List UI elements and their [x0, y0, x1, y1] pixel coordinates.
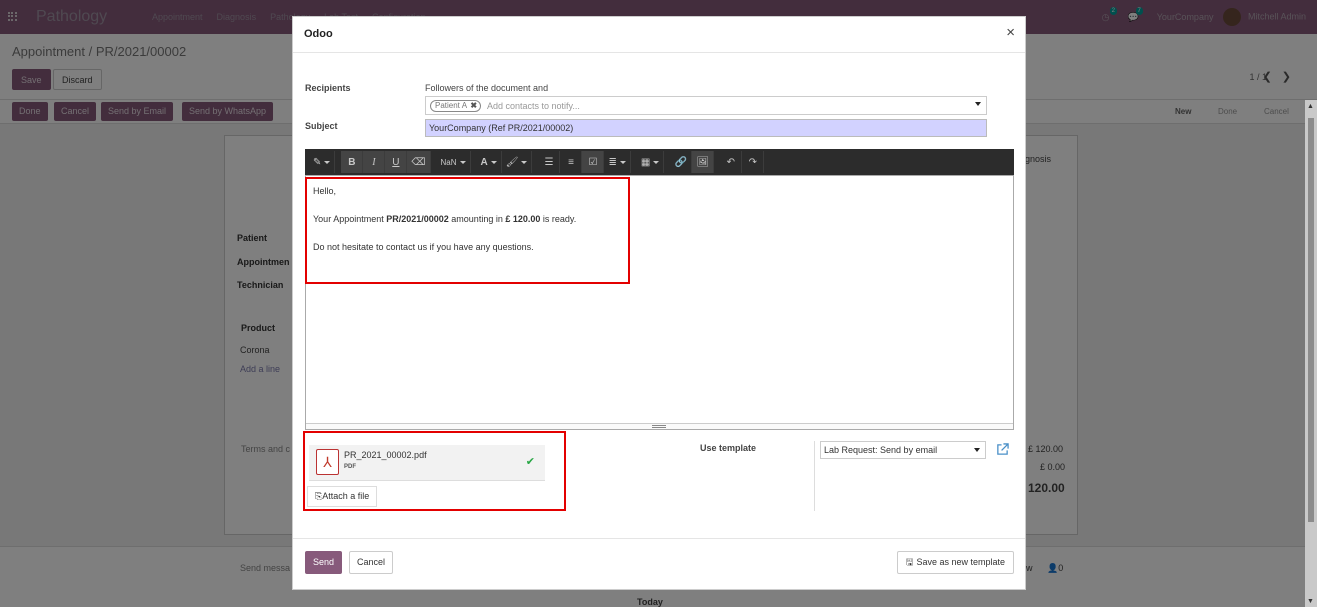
link-icon[interactable]: 🔗	[670, 151, 693, 173]
body-line-prefix: Your Appointment	[313, 214, 387, 224]
recipients-field[interactable]: Patient A ✖	[425, 96, 987, 115]
image-icon[interactable]: 🖼	[692, 151, 715, 173]
body-main-line: Your Appointment PR/2021/00002 amounting…	[313, 214, 576, 224]
floppy-disk-icon: 🖫	[905, 557, 914, 567]
attach-file-label: Attach a file	[322, 491, 370, 501]
bold-icon[interactable]: B	[341, 151, 364, 173]
attachment-filetype: PDF	[344, 464, 356, 470]
close-icon[interactable]: ×	[1006, 24, 1015, 41]
template-select-value: Lab Request: Send by email	[824, 445, 938, 455]
magic-wand-icon[interactable]: ✎	[309, 151, 336, 173]
check-icon: ✔	[525, 456, 535, 468]
unordered-list-icon[interactable]: ☰	[538, 151, 561, 173]
recipient-tag-label: Patient A	[435, 101, 468, 110]
scroll-up-icon[interactable]: ▲	[1307, 103, 1314, 110]
italic-icon[interactable]: I	[363, 151, 386, 173]
body-reference: PR/2021/00002	[386, 214, 449, 224]
subject-input[interactable]	[425, 119, 987, 137]
modal-header: Odoo ×	[293, 17, 1025, 53]
body-line-mid: amounting in	[448, 214, 506, 224]
attach-file-button[interactable]: ⎘Attach a file	[307, 486, 378, 507]
page-scrollbar[interactable]: ▲ ▼	[1305, 100, 1317, 607]
recipients-label: Recipients	[305, 83, 351, 93]
body-line-suffix: is ready.	[540, 214, 577, 224]
use-template-label: Use template	[700, 443, 757, 453]
attachment-card[interactable]: ⅄ PR_2021_00002.pdf PDF ✔	[309, 445, 545, 481]
body-closing: Do not hesitate to contact us if you hav…	[313, 242, 534, 252]
attachment-filename: PR_2021_00002.pdf	[344, 450, 427, 460]
align-icon[interactable]: ≣	[604, 151, 631, 173]
chevron-down-icon	[974, 448, 980, 452]
recipients-input[interactable]	[487, 99, 957, 113]
modal-title: Odoo	[304, 28, 333, 40]
cancel-button[interactable]: Cancel	[349, 551, 394, 574]
underline-icon[interactable]: U	[385, 151, 408, 173]
email-body-editor[interactable]: Hello, Your Appointment PR/2021/00002 am…	[305, 175, 1014, 430]
redo-icon[interactable]: ↷	[742, 151, 765, 173]
save-as-new-template-button[interactable]: 🖫 Save as new template	[896, 551, 1014, 574]
body-greeting: Hello,	[313, 186, 337, 196]
dropdown-caret-icon[interactable]	[975, 102, 981, 106]
compose-email-dialog: Odoo × Recipients Followers of the docum…	[292, 16, 1026, 590]
ordered-list-icon[interactable]: ≡	[560, 151, 583, 173]
remove-tag-icon[interactable]: ✖	[470, 101, 477, 111]
save-template-label: Save as new template	[916, 557, 1005, 567]
send-button[interactable]: Send	[305, 551, 343, 574]
modal-footer: Send Cancel 🖫 Save as new template	[293, 538, 1025, 590]
eraser-icon[interactable]: ⌫	[407, 151, 431, 173]
subject-label: Subject	[305, 121, 338, 131]
template-select[interactable]: Lab Request: Send by email	[820, 441, 986, 459]
font-color-icon[interactable]: A	[476, 151, 502, 173]
external-link-icon[interactable]	[996, 443, 1009, 456]
pdf-file-icon: ⅄	[316, 449, 339, 475]
editor-toolbar: ✎ B I U ⌫ NaN A 🖌 ☰ ≡ ☑ ≣ ▦ 🔗 🖼 ↶ ↷	[305, 149, 1014, 175]
font-size-value: NaN	[440, 157, 457, 167]
scroll-down-icon[interactable]: ▼	[1307, 598, 1314, 605]
recipients-followers-text: Followers of the document and	[425, 83, 549, 93]
checklist-icon[interactable]: ☑	[582, 151, 605, 173]
body-amount: £ 120.00	[505, 214, 541, 224]
recipient-tag[interactable]: Patient A ✖	[430, 100, 482, 112]
paint-brush-icon[interactable]: 🖌	[501, 151, 533, 173]
template-divider	[814, 441, 815, 511]
undo-icon[interactable]: ↶	[720, 151, 743, 173]
font-size-dropdown[interactable]: NaN	[436, 151, 471, 173]
scrollbar-thumb[interactable]	[1308, 118, 1314, 522]
editor-resize-handle[interactable]	[306, 423, 1013, 429]
table-icon[interactable]: ▦	[636, 151, 665, 173]
